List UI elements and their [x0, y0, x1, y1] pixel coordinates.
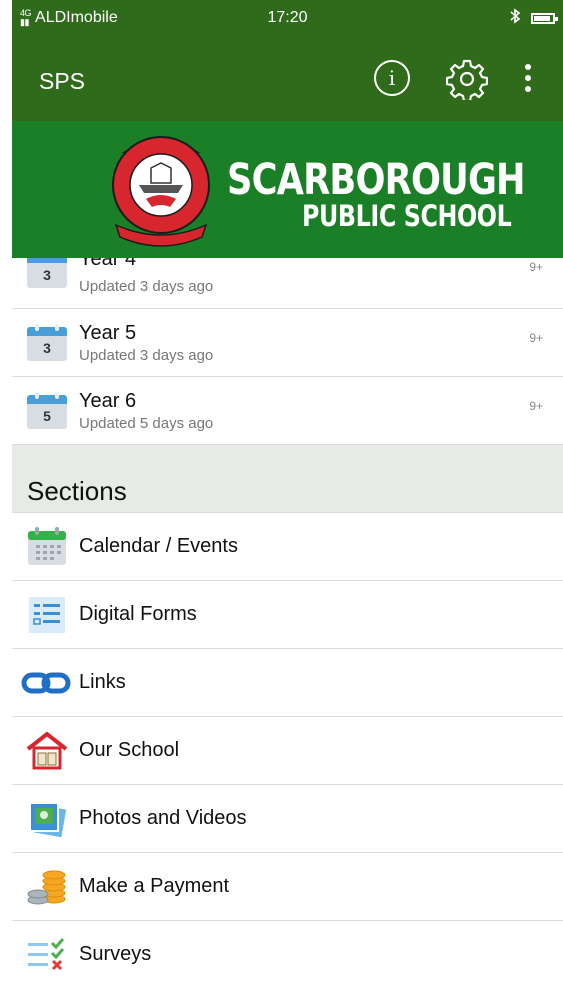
bluetooth-icon: [509, 8, 521, 29]
more-vert-icon[interactable]: [524, 64, 532, 92]
unread-badge: 9+: [529, 331, 543, 345]
app-title: SPS: [39, 68, 86, 94]
calendar-icon: [26, 527, 68, 567]
section-item-links[interactable]: Links: [12, 649, 563, 717]
section-item-our-school[interactable]: Our School: [12, 717, 563, 785]
coins-icon: [26, 867, 68, 907]
calendar-date-icon: 3: [27, 258, 67, 288]
sections-heading: Sections: [27, 476, 127, 506]
list-item-year-4[interactable]: 3 Year 4 Updated 3 days ago 9+: [12, 258, 563, 309]
link-icon: [20, 663, 71, 703]
section-item-label: Surveys: [79, 943, 152, 965]
list-item-title: Year 5: [79, 322, 137, 344]
clock: 17:20: [267, 9, 308, 26]
school-name-line2: PUBLIC SCHOOL: [302, 199, 512, 233]
feed-list: 3 Year 4 Updated 3 days ago 9+ 3 Year 5 …: [12, 258, 563, 982]
section-item-surveys[interactable]: Surveys: [12, 921, 563, 982]
photos-icon: [26, 799, 68, 839]
section-item-make-a-payment[interactable]: Make a Payment: [12, 853, 563, 921]
unread-badge: 9+: [529, 399, 543, 413]
app-bar: SPS i: [12, 36, 563, 121]
status-bar: 4G ▮▮ ALDImobile 17:20: [12, 0, 563, 36]
list-item-year-5[interactable]: 3 Year 5 Updated 3 days ago 9+: [12, 309, 563, 377]
section-item-label: Make a Payment: [79, 875, 230, 897]
section-item-calendar-events[interactable]: Calendar / Events: [12, 513, 563, 581]
gear-icon[interactable]: [445, 58, 489, 103]
section-item-label: Digital Forms: [79, 603, 197, 625]
list-item-title: Year 4: [79, 258, 137, 270]
calendar-date-icon: 3: [27, 324, 67, 361]
list-item-year-6[interactable]: 5 Year 6 Updated 5 days ago 9+: [12, 377, 563, 445]
school-crest-logo: [106, 133, 216, 253]
school-banner: SCARBOROUGH PUBLIC SCHOOL: [12, 121, 563, 258]
battery-icon: [531, 13, 558, 24]
section-item-label: Photos and Videos: [79, 807, 247, 829]
list-item-updated: Updated 3 days ago: [79, 347, 214, 364]
list-item-updated: Updated 5 days ago: [79, 415, 214, 432]
list-item-title: Year 6: [79, 390, 137, 412]
form-icon: [26, 595, 68, 635]
section-item-photos-and-videos[interactable]: Photos and Videos: [12, 785, 563, 853]
calendar-date-icon: 5: [27, 392, 67, 429]
section-item-digital-forms[interactable]: Digital Forms: [12, 581, 563, 649]
section-item-label: Links: [79, 671, 126, 693]
list-item-updated: Updated 3 days ago: [79, 278, 214, 295]
app-screen: 4G ▮▮ ALDImobile 17:20 SPS i SCARBOROUGH…: [12, 0, 563, 982]
sections-header: Sections: [12, 445, 563, 513]
unread-badge: 9+: [529, 260, 543, 274]
school-icon: [26, 731, 68, 771]
survey-icon: [26, 935, 68, 975]
section-item-label: Calendar / Events: [79, 535, 238, 557]
school-name-line1: SCARBOROUGH: [227, 155, 526, 205]
section-item-label: Our School: [79, 739, 180, 761]
info-icon[interactable]: i: [374, 60, 410, 96]
